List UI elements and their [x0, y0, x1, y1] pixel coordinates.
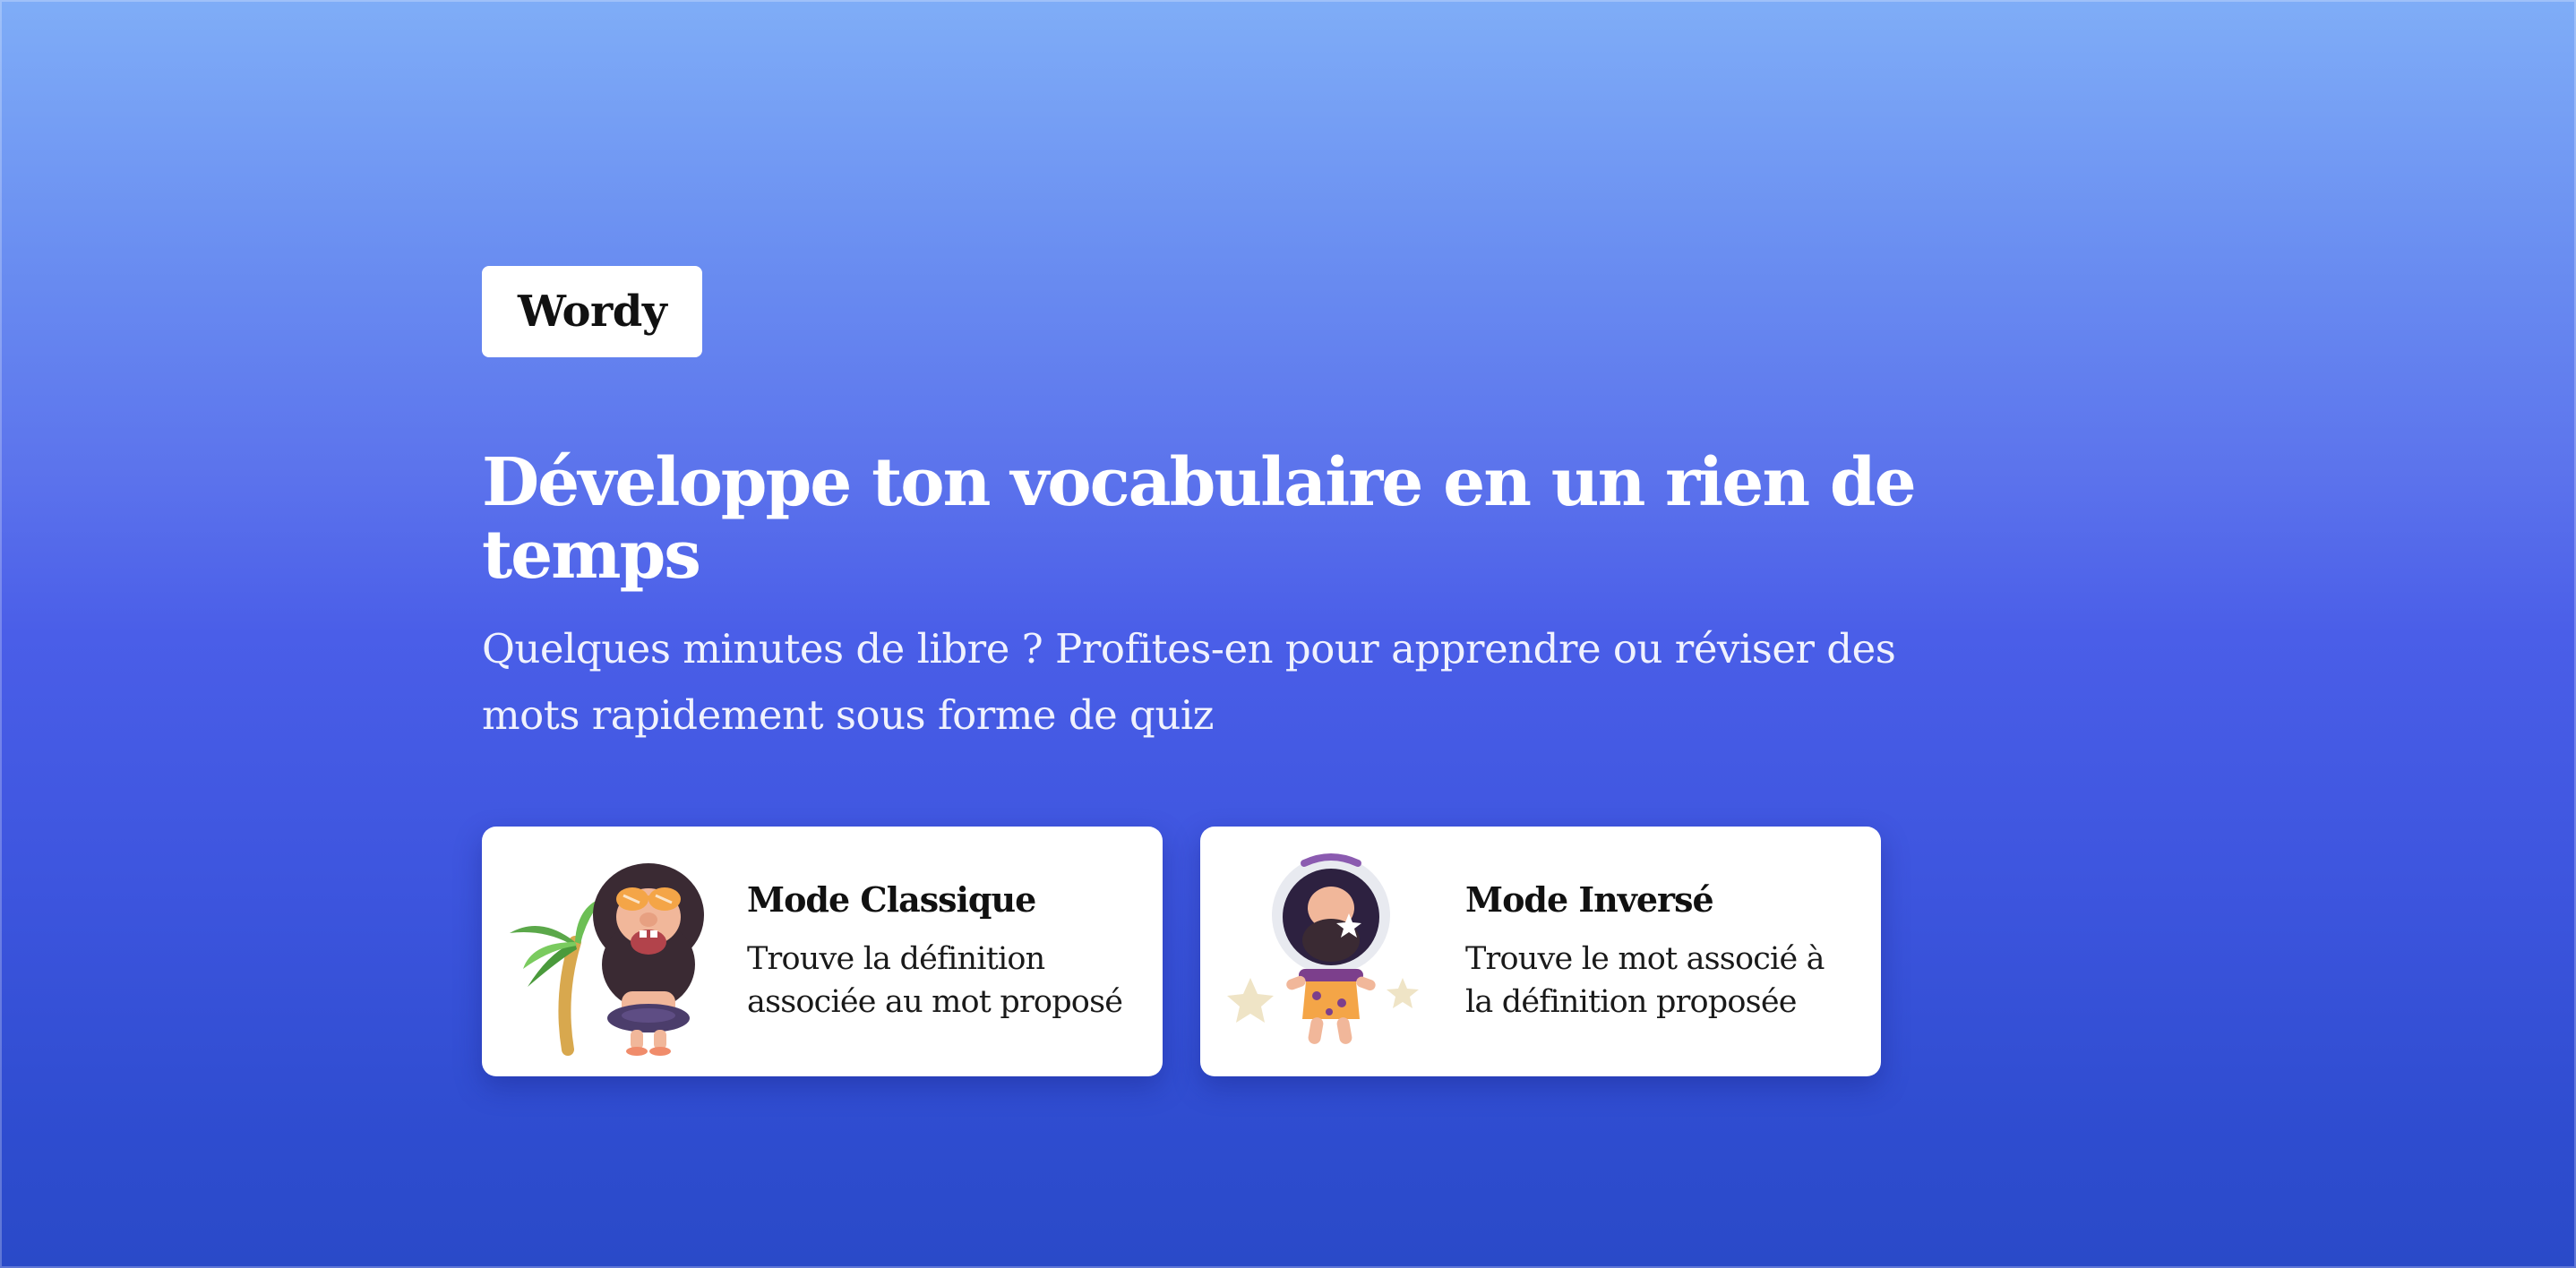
- page-title: Développe ton vocabulaire en un rien de …: [482, 444, 1917, 595]
- mode-classique-text: Mode Classique Trouve la définition asso…: [747, 879, 1163, 1024]
- mode-inverse-card[interactable]: Mode Inversé Trouve le mot associé à la …: [1200, 826, 1881, 1076]
- mode-classique-card[interactable]: Mode Classique Trouve la définition asso…: [482, 826, 1163, 1076]
- mode-classique-description: Trouve la définition associée au mot pro…: [747, 940, 1123, 1020]
- mode-inverse-description: Trouve le mot associé à la définition pr…: [1465, 940, 1825, 1020]
- page-subtitle: Quelques minutes de libre ? Profites-en …: [482, 624, 1896, 739]
- mode-cards: Mode Classique Trouve la définition asso…: [482, 826, 2094, 1076]
- mode-inverse-text: Mode Inversé Trouve le mot associé à la …: [1465, 879, 1881, 1024]
- astronaut-caveman-illustration: [1227, 853, 1419, 1045]
- mode-inverse-title: Mode Inversé: [1465, 878, 1714, 920]
- caveman-palm-illustration: [510, 863, 704, 1057]
- main-content: Wordy Développe ton vocabulaire en un ri…: [482, 266, 2094, 1076]
- mode-classique-title: Mode Classique: [747, 878, 1036, 920]
- wordy-logo[interactable]: Wordy: [482, 266, 703, 357]
